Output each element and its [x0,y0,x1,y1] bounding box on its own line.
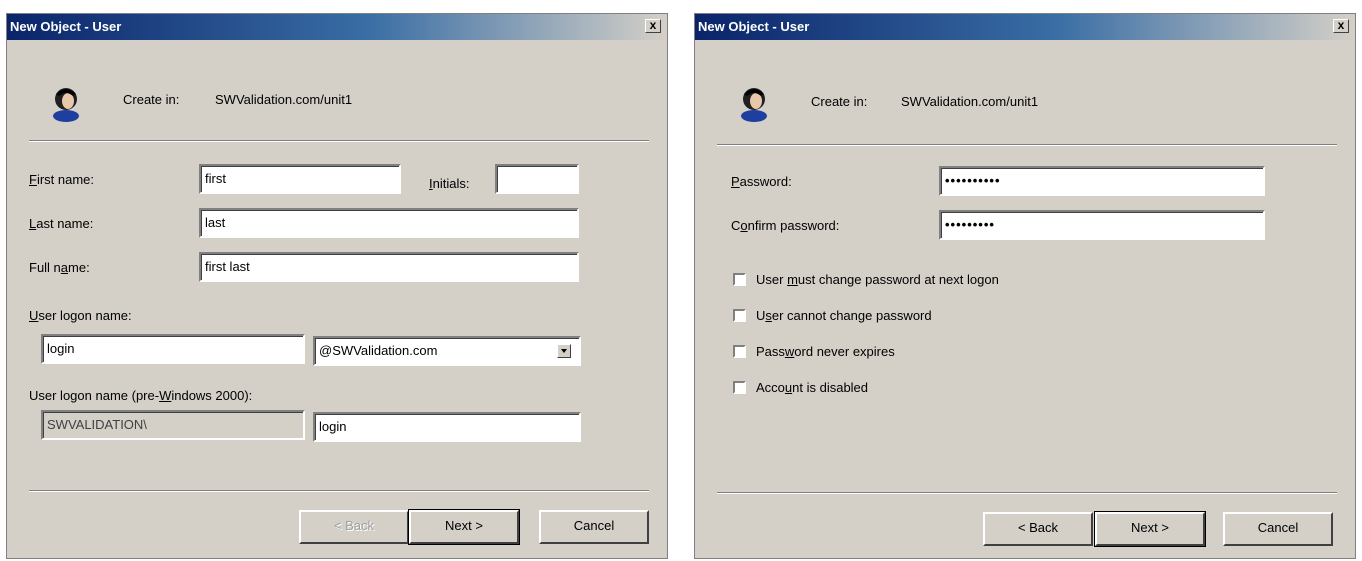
dialog-title: New Object - User [698,19,810,34]
next-button[interactable]: Next > [1094,511,1206,547]
cannot-change-password-checkbox[interactable]: User cannot change password [733,308,932,323]
first-name-input[interactable]: first [199,164,401,194]
close-button[interactable]: x [1333,19,1349,33]
separator [717,492,1337,494]
checkbox-label: User must change password at next logon [756,272,999,287]
create-in-label: Create in: [811,94,868,109]
last-name-label: Last name: [29,216,94,231]
account-disabled-checkbox[interactable]: Account is disabled [733,380,868,395]
cancel-button[interactable]: Cancel [1223,512,1333,546]
new-user-dialog-password-page: New Object - User x Create in: SWValidat… [694,13,1356,559]
domain-select-value: @SWValidation.com [319,343,438,358]
create-in-path: SWValidation.com/unit1 [215,92,353,107]
confirm-password-label: Confirm password: [731,218,840,233]
separator [717,144,1337,146]
create-in-path: SWValidation.com/unit1 [901,94,1039,109]
first-name-label: First name: [29,172,95,187]
user-icon [739,82,769,122]
pre-windows-2000-domain-field: SWVALIDATION\ [41,410,305,440]
close-button[interactable]: x [645,19,661,33]
password-input[interactable]: •••••••••• [939,166,1265,196]
last-name-input[interactable]: last [199,208,579,238]
full-name-input[interactable]: first last [199,252,579,282]
initials-label: Initials: [429,176,470,191]
back-button[interactable]: < Back [299,510,409,544]
separator [29,490,649,492]
checkbox-box[interactable] [733,345,746,358]
checkbox-box[interactable] [733,309,746,322]
user-logon-name-input[interactable]: login [41,334,305,364]
next-button[interactable]: Next > [408,509,520,545]
new-user-dialog-name-page: New Object - User x Create in: SWValidat… [6,13,668,559]
domain-select[interactable]: @SWValidation.com [313,336,581,366]
checkbox-label: User cannot change password [756,308,932,323]
user-icon [51,82,81,122]
password-label: Password: [731,174,792,189]
checkbox-box[interactable] [733,273,746,286]
checkbox-box[interactable] [733,381,746,394]
pre-windows-2000-logon-input[interactable]: login [313,412,581,442]
user-logon-name-label: User logon name: [29,308,132,323]
create-in-label: Create in: [123,92,180,107]
separator [29,140,649,142]
full-name-label: Full name: [29,260,90,275]
confirm-password-input[interactable]: ••••••••• [939,210,1265,240]
dialog-title: New Object - User [10,19,122,34]
chevron-down-icon[interactable] [557,344,571,358]
back-button[interactable]: < Back [983,512,1093,546]
checkbox-label: Password never expires [756,344,895,359]
cancel-button[interactable]: Cancel [539,510,649,544]
password-never-expires-checkbox[interactable]: Password never expires [733,344,895,359]
title-bar[interactable]: New Object - User x [695,14,1355,40]
initials-input[interactable] [495,164,579,194]
title-bar[interactable]: New Object - User x [7,14,667,40]
must-change-password-checkbox[interactable]: User must change password at next logon [733,272,999,287]
checkbox-label: Account is disabled [756,380,869,395]
pre-windows-2000-label: User logon name (pre-Windows 2000): [29,388,253,403]
